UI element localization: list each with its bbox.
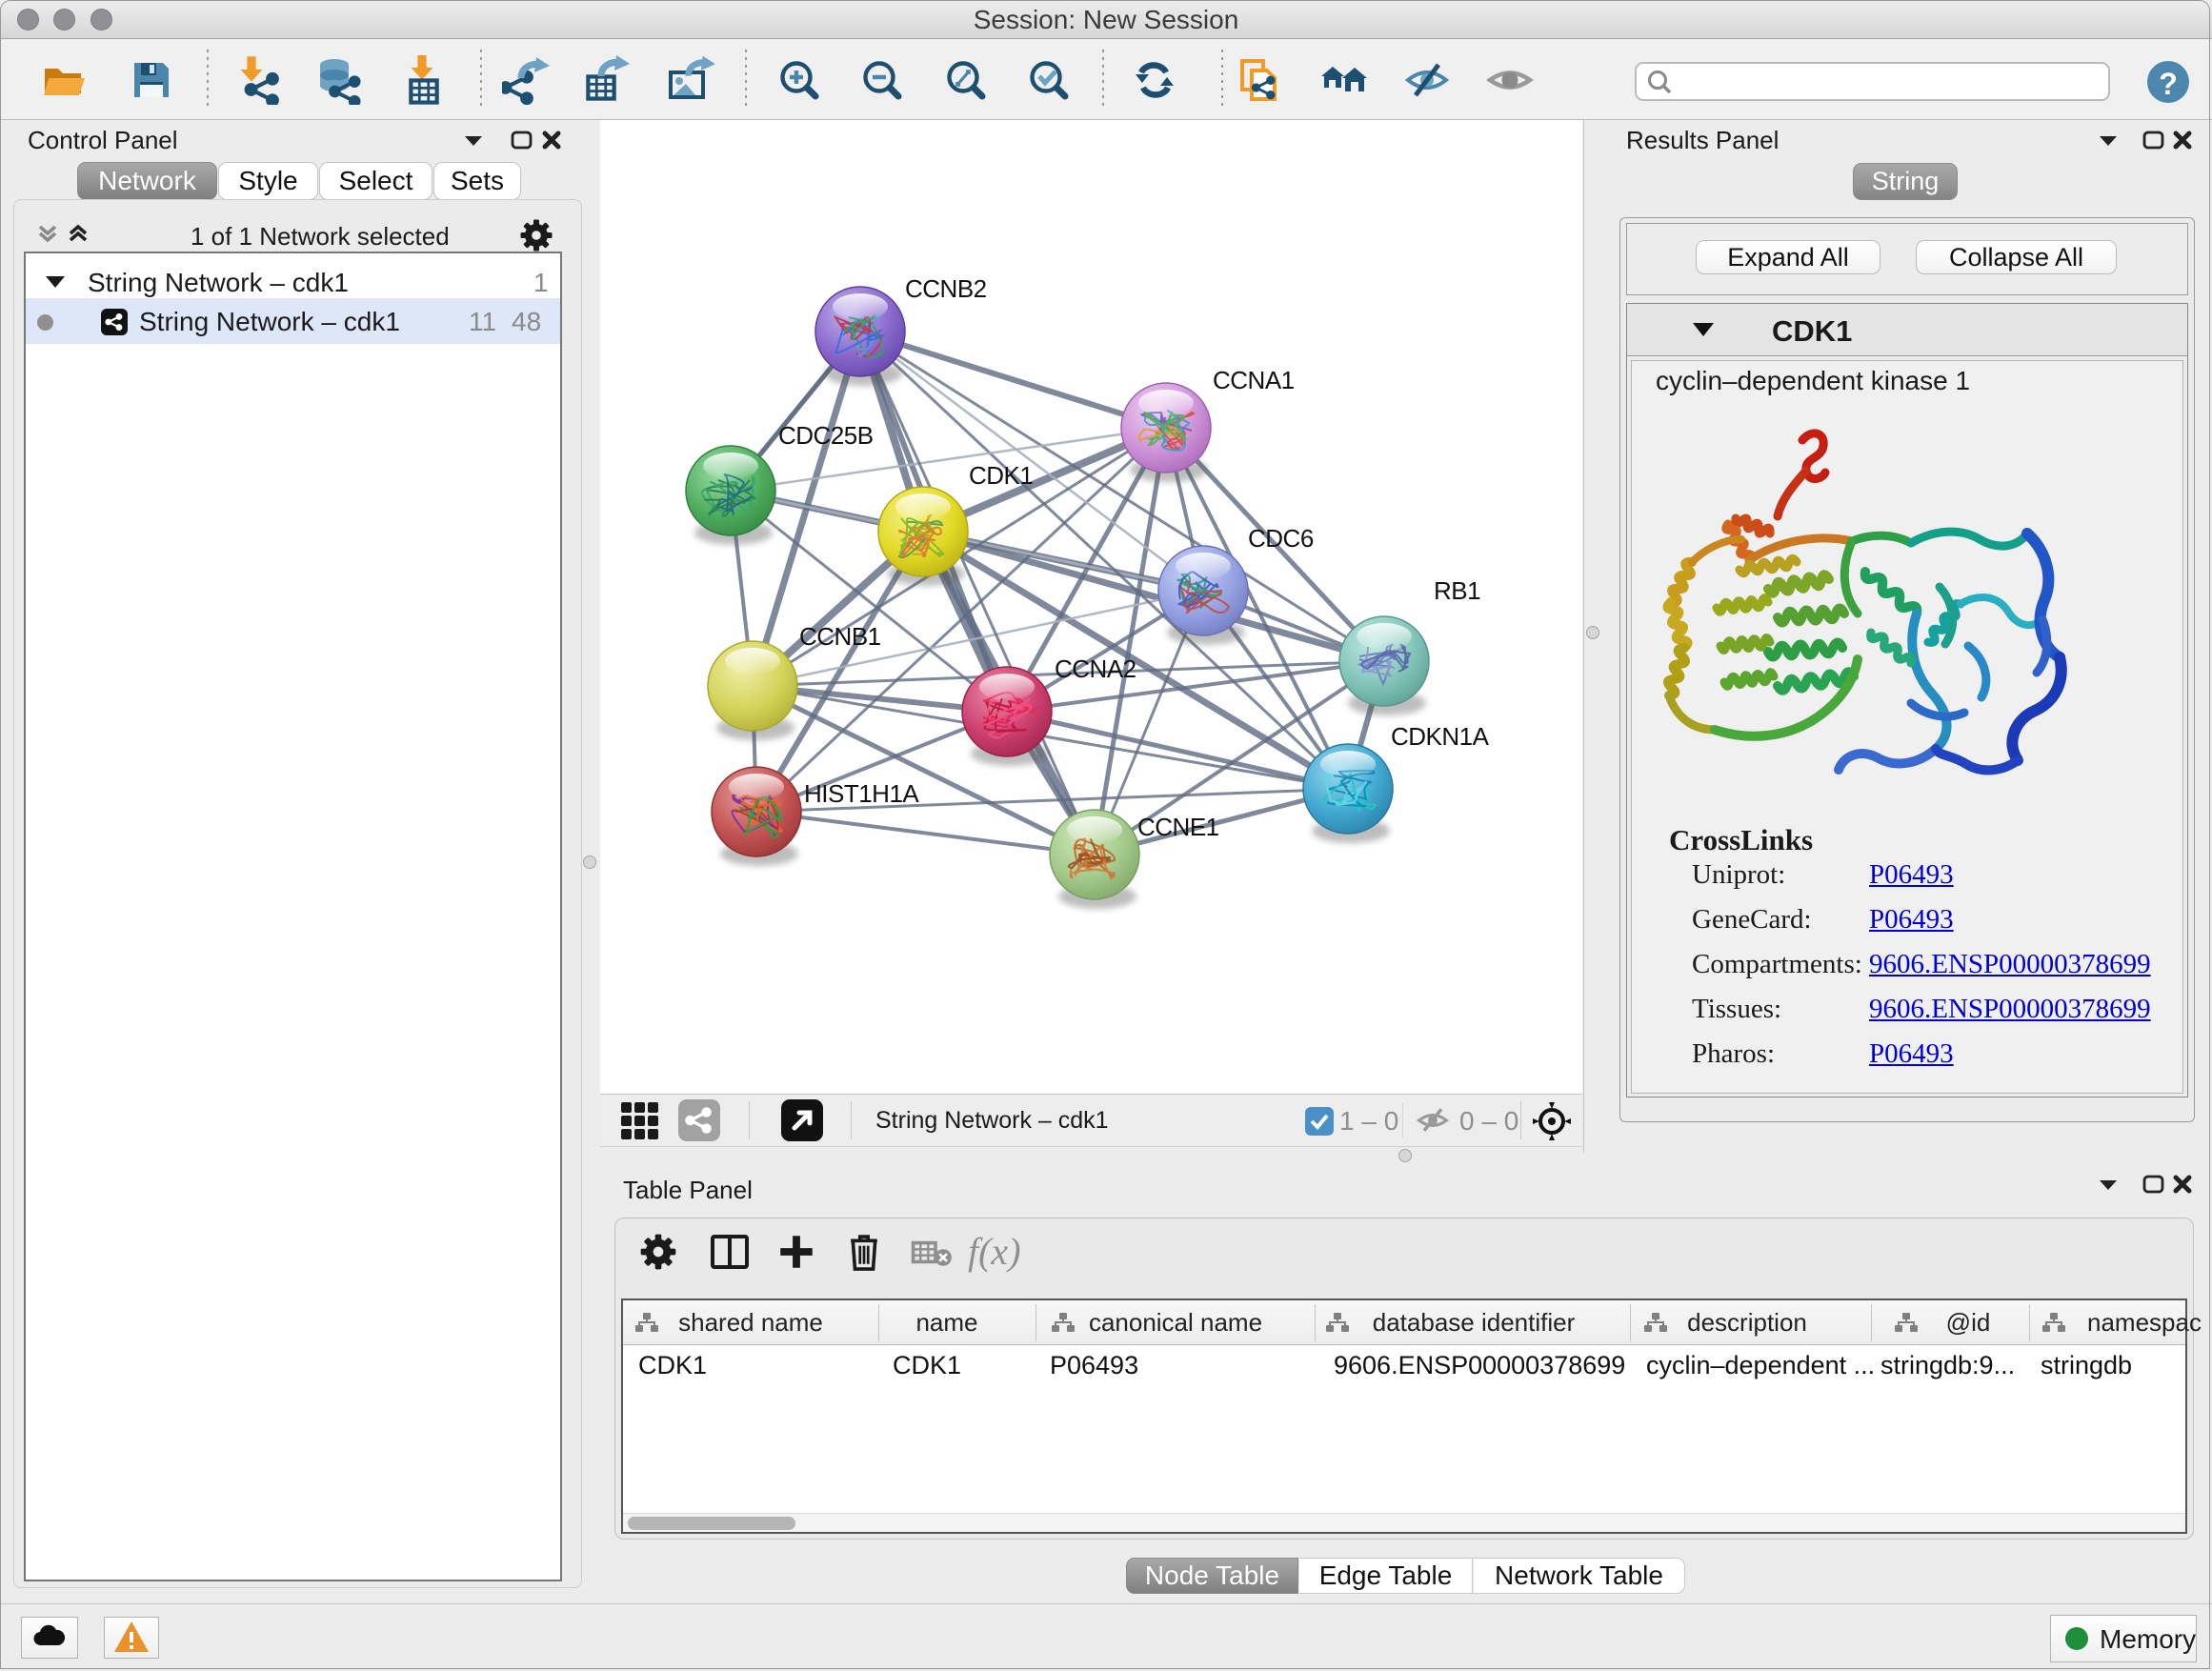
svg-text:CCNB1: CCNB1: [799, 622, 881, 651]
svg-text:?: ?: [2159, 67, 2178, 101]
svg-text:RB1: RB1: [1434, 576, 1480, 605]
svg-text:CDKN1A: CDKN1A: [1391, 722, 1490, 751]
svg-text:CCNB2: CCNB2: [905, 274, 987, 303]
svg-text:CDC25B: CDC25B: [778, 421, 874, 450]
svg-text:CDC6: CDC6: [1248, 524, 1314, 553]
svg-text:CDK1: CDK1: [969, 461, 1033, 490]
svg-text:CCNA1: CCNA1: [1213, 366, 1295, 394]
svg-text:HIST1H1A: HIST1H1A: [804, 779, 919, 808]
svg-text:CCNE1: CCNE1: [1137, 813, 1219, 841]
svg-text:CCNA2: CCNA2: [1055, 654, 1136, 683]
